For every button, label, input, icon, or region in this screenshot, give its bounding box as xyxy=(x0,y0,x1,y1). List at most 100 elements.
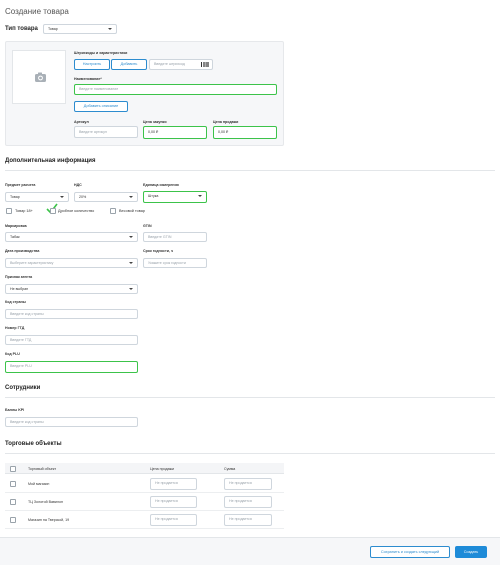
add-description-button[interactable]: Добавить описание xyxy=(74,101,128,112)
calc-subject-label: Предмет расчета xyxy=(5,183,36,187)
unit-value: Штука xyxy=(148,194,159,198)
row-checkbox[interactable] xyxy=(10,517,16,523)
header-price: Цена продажи xyxy=(150,466,175,471)
table-row: Магазин на Тверской, 19 Не продается Не … xyxy=(5,511,284,529)
agent-select[interactable]: Не выбран xyxy=(5,284,138,294)
fractional-checkbox-label: Дробное количество xyxy=(58,209,95,213)
prod-date-select[interactable]: Выберите характеристику xyxy=(5,258,138,268)
purchase-price-value: 0,00 ₽ xyxy=(148,130,159,134)
prod-date-label: Дата производства xyxy=(5,249,40,253)
sale-price-input[interactable]: 0,00 ₽ xyxy=(213,126,277,139)
save-and-create-next-button[interactable]: Сохранить и создать следующий xyxy=(370,546,450,558)
add-barcode-button[interactable]: Добавить xyxy=(111,59,147,70)
chevron-down-icon xyxy=(129,236,133,238)
article-label: Артикул xyxy=(74,120,89,124)
row-sum-placeholder: Не продается xyxy=(229,481,252,485)
kpi-label: Баллы KPI xyxy=(5,408,25,412)
table-row: Мой магазин Не продается Не продается xyxy=(5,475,284,493)
select-all-checkbox[interactable] xyxy=(10,465,16,472)
sale-price-value: 0,00 ₽ xyxy=(218,130,229,134)
purchase-price-label: Цена закупки xyxy=(143,120,167,124)
vat-label: НДС xyxy=(74,183,82,187)
row-sum-placeholder: Не продается xyxy=(229,517,252,521)
gtd-input[interactable]: Введите ГТД xyxy=(5,335,138,345)
row-price-placeholder: Не продается xyxy=(155,517,178,521)
photo-upload[interactable] xyxy=(12,50,66,104)
unit-label: Единица измерения xyxy=(143,183,179,187)
row-price-placeholder: Не продается xyxy=(155,481,178,485)
weighed-checkbox[interactable] xyxy=(110,208,116,214)
plu-input[interactable]: Введите PLU xyxy=(5,361,138,373)
create-button[interactable]: Создать xyxy=(455,546,487,558)
country-code-placeholder: Введите код страны xyxy=(10,312,44,316)
extra-section-title: Дополнительная информация xyxy=(5,158,96,164)
header-store: Торговый объект xyxy=(28,466,57,471)
weighed-checkbox-label: Весовой товар xyxy=(119,209,145,213)
table-header: Торговый объект Цена продажи Сумма xyxy=(5,463,284,474)
divider xyxy=(5,170,495,171)
stores-section-title: Торговые объекты xyxy=(5,441,62,447)
row-sum-input[interactable]: Не продается xyxy=(224,478,272,490)
name-input[interactable]: Введите наименование xyxy=(74,84,277,95)
barcodes-label: Штрихкоды и характеристики xyxy=(74,51,128,55)
country-code-label: Код страны xyxy=(5,300,26,304)
gtin-label: GTIN xyxy=(143,224,152,228)
marking-label: Маркировка xyxy=(5,224,27,228)
page-title: Создание товара xyxy=(5,7,69,16)
product-type-label: Тип товара xyxy=(5,26,38,32)
row-sum-input[interactable]: Не продается xyxy=(224,496,272,508)
row-sum-input[interactable]: Не продается xyxy=(224,514,272,526)
shelf-life-input[interactable]: Укажите срок годности xyxy=(143,258,207,268)
plu-label: Код PLU xyxy=(5,352,20,356)
gtd-placeholder: Введите ГТД xyxy=(10,338,32,342)
divider xyxy=(5,397,495,398)
store-name: Мой магазин xyxy=(28,482,50,486)
chevron-down-icon xyxy=(129,262,133,264)
table-row: ТЦ Золотой Вавилон Не продается Не прода… xyxy=(5,493,284,511)
marking-select[interactable]: Табак xyxy=(5,232,138,242)
vat-select[interactable]: 20% xyxy=(74,192,138,202)
article-placeholder: Введите артикул xyxy=(79,130,107,134)
barcode-placeholder: Введите штрихкод xyxy=(154,62,185,66)
barcode-input[interactable]: Введите штрихкод xyxy=(149,59,213,70)
fractional-checkbox[interactable] xyxy=(50,208,56,214)
product-type-value: Товар xyxy=(48,27,58,31)
product-type-select[interactable]: Товар xyxy=(43,24,117,34)
store-name: Магазин на Тверской, 19 xyxy=(28,518,70,522)
row-sum-placeholder: Не продается xyxy=(229,499,252,503)
kpi-placeholder: Введите код страны xyxy=(10,420,44,424)
name-placeholder: Введите наименование xyxy=(79,87,119,91)
calc-subject-select[interactable]: Товар xyxy=(5,192,69,202)
header-sum: Сумма xyxy=(224,466,236,471)
unit-select[interactable]: Штука xyxy=(143,191,207,203)
purchase-price-input[interactable]: 0,00 ₽ xyxy=(143,126,207,139)
row-checkbox[interactable] xyxy=(10,481,16,487)
kpi-input[interactable]: Введите код страны xyxy=(5,417,138,427)
row-price-input[interactable]: Не продается xyxy=(150,478,197,490)
name-label: Наименование* xyxy=(74,77,102,81)
adult-checkbox-label: Товар 18+ xyxy=(15,209,33,213)
shelf-life-placeholder: Укажите срок годности xyxy=(148,261,186,265)
divider xyxy=(5,453,495,454)
chevron-down-icon xyxy=(129,288,133,290)
camera-icon xyxy=(35,72,46,82)
agent-label: Признак агента xyxy=(5,275,33,279)
gtin-input[interactable]: Введите GTIN xyxy=(143,232,207,242)
row-price-input[interactable]: Не продается xyxy=(150,514,197,526)
adult-checkbox[interactable] xyxy=(6,208,12,214)
configure-button[interactable]: Настроить xyxy=(74,59,110,70)
country-code-input[interactable]: Введите код страны xyxy=(5,309,138,319)
chevron-down-icon xyxy=(198,195,202,197)
row-checkbox[interactable] xyxy=(10,499,16,505)
chevron-down-icon xyxy=(108,28,112,30)
vat-value: 20% xyxy=(79,195,87,199)
article-input[interactable]: Введите артикул xyxy=(74,126,138,138)
calc-subject-value: Товар xyxy=(10,195,20,199)
stores-table: Торговый объект Цена продажи Сумма Мой м… xyxy=(5,463,284,529)
row-price-input[interactable]: Не продается xyxy=(150,496,197,508)
sale-price-label: Цена продажи xyxy=(213,120,239,124)
chevron-down-icon xyxy=(129,196,133,198)
gtd-label: Номер ГТД xyxy=(5,326,25,330)
marking-value: Табак xyxy=(10,235,20,239)
row-price-placeholder: Не продается xyxy=(155,499,178,503)
